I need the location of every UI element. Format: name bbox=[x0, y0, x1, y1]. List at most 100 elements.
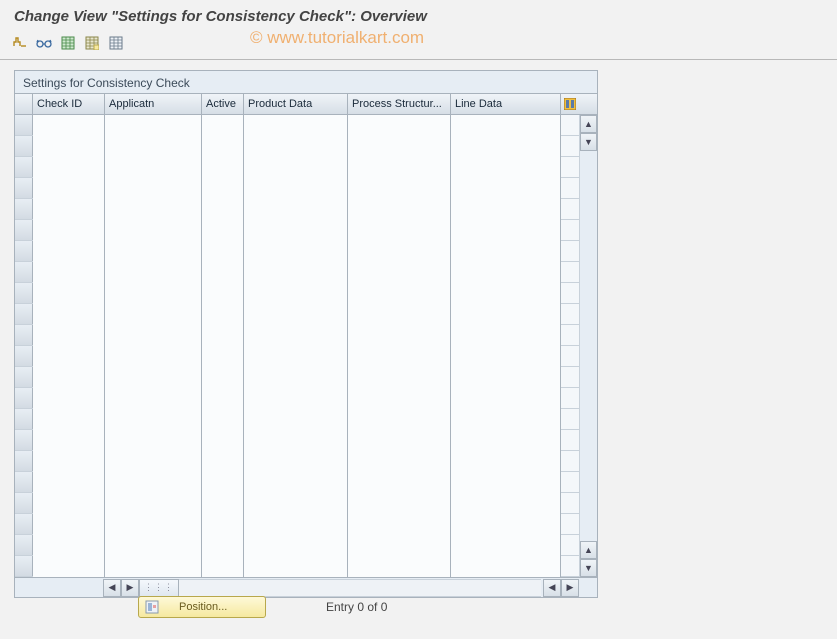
scroll-left-btn[interactable]: ◀ bbox=[103, 579, 121, 597]
row-selector[interactable] bbox=[15, 556, 33, 576]
cell[interactable] bbox=[244, 493, 348, 514]
cell[interactable] bbox=[348, 514, 451, 535]
cell[interactable] bbox=[33, 157, 105, 178]
hscroll-track[interactable] bbox=[179, 579, 541, 597]
cell[interactable] bbox=[33, 325, 105, 346]
cell[interactable] bbox=[105, 556, 202, 577]
cell[interactable] bbox=[451, 556, 561, 577]
cell[interactable] bbox=[348, 493, 451, 514]
cell[interactable] bbox=[244, 556, 348, 577]
cell[interactable] bbox=[244, 451, 348, 472]
cell[interactable] bbox=[348, 283, 451, 304]
cell[interactable] bbox=[451, 283, 561, 304]
cell[interactable] bbox=[202, 241, 244, 262]
cell[interactable] bbox=[105, 514, 202, 535]
cell[interactable] bbox=[451, 388, 561, 409]
cell[interactable] bbox=[244, 430, 348, 451]
row-selector[interactable] bbox=[15, 514, 33, 534]
cell[interactable] bbox=[451, 115, 561, 136]
cell[interactable] bbox=[348, 430, 451, 451]
cell[interactable] bbox=[105, 283, 202, 304]
cell[interactable] bbox=[348, 178, 451, 199]
cell[interactable] bbox=[244, 514, 348, 535]
cell[interactable] bbox=[105, 367, 202, 388]
cell[interactable] bbox=[33, 556, 105, 577]
col-process-structure[interactable]: Process Structur... bbox=[348, 94, 451, 114]
cell[interactable] bbox=[348, 346, 451, 367]
cell[interactable] bbox=[244, 220, 348, 241]
cell[interactable] bbox=[33, 136, 105, 157]
cell[interactable] bbox=[33, 283, 105, 304]
cell[interactable] bbox=[33, 472, 105, 493]
row-selector[interactable] bbox=[15, 430, 33, 450]
cell[interactable] bbox=[33, 199, 105, 220]
cell[interactable] bbox=[33, 535, 105, 556]
cell[interactable] bbox=[33, 220, 105, 241]
new-entries-btn[interactable] bbox=[34, 33, 54, 53]
cell[interactable] bbox=[202, 556, 244, 577]
cell[interactable] bbox=[202, 367, 244, 388]
cell[interactable] bbox=[33, 178, 105, 199]
cell[interactable] bbox=[105, 430, 202, 451]
cell[interactable] bbox=[33, 262, 105, 283]
cell[interactable] bbox=[244, 178, 348, 199]
position-button[interactable]: Position... bbox=[138, 596, 266, 618]
cell[interactable] bbox=[105, 115, 202, 136]
cell[interactable] bbox=[105, 241, 202, 262]
row-selector[interactable] bbox=[15, 157, 33, 177]
cell[interactable] bbox=[348, 304, 451, 325]
cell[interactable] bbox=[33, 388, 105, 409]
change-toggle-btn[interactable] bbox=[10, 33, 30, 53]
cell[interactable] bbox=[451, 325, 561, 346]
cell[interactable] bbox=[202, 535, 244, 556]
cell[interactable] bbox=[451, 514, 561, 535]
cell[interactable] bbox=[451, 346, 561, 367]
cell[interactable] bbox=[244, 388, 348, 409]
row-selector[interactable] bbox=[15, 115, 33, 135]
cell[interactable] bbox=[451, 409, 561, 430]
cell[interactable] bbox=[451, 220, 561, 241]
cell[interactable] bbox=[202, 262, 244, 283]
cell[interactable] bbox=[105, 262, 202, 283]
cell[interactable] bbox=[105, 199, 202, 220]
cell[interactable] bbox=[105, 535, 202, 556]
col-line-data[interactable]: Line Data bbox=[451, 94, 561, 114]
row-selector[interactable] bbox=[15, 304, 33, 324]
row-selector[interactable] bbox=[15, 220, 33, 240]
copy-btn[interactable] bbox=[58, 33, 78, 53]
cell[interactable] bbox=[451, 367, 561, 388]
cell[interactable] bbox=[202, 199, 244, 220]
cell[interactable] bbox=[244, 199, 348, 220]
cell[interactable] bbox=[244, 157, 348, 178]
cell[interactable] bbox=[348, 388, 451, 409]
cell[interactable] bbox=[348, 556, 451, 577]
cell[interactable] bbox=[451, 262, 561, 283]
row-selector[interactable] bbox=[15, 178, 33, 198]
cell[interactable] bbox=[33, 304, 105, 325]
col-check-id[interactable]: Check ID bbox=[33, 94, 105, 114]
cell[interactable] bbox=[348, 409, 451, 430]
cell[interactable] bbox=[244, 367, 348, 388]
cell[interactable] bbox=[202, 115, 244, 136]
cell[interactable] bbox=[105, 493, 202, 514]
cell[interactable] bbox=[33, 451, 105, 472]
cell[interactable] bbox=[105, 409, 202, 430]
cell[interactable] bbox=[244, 262, 348, 283]
col-product-data[interactable]: Product Data bbox=[244, 94, 348, 114]
scroll-track[interactable] bbox=[580, 151, 597, 541]
cell[interactable] bbox=[202, 409, 244, 430]
cell[interactable] bbox=[105, 388, 202, 409]
cell[interactable] bbox=[348, 115, 451, 136]
row-selector[interactable] bbox=[15, 346, 33, 366]
cell[interactable] bbox=[348, 472, 451, 493]
cell[interactable] bbox=[244, 304, 348, 325]
cell[interactable] bbox=[348, 241, 451, 262]
cell[interactable] bbox=[348, 136, 451, 157]
cell[interactable] bbox=[105, 472, 202, 493]
row-selector[interactable] bbox=[15, 136, 33, 156]
cell[interactable] bbox=[105, 325, 202, 346]
cell[interactable] bbox=[348, 220, 451, 241]
cell[interactable] bbox=[202, 157, 244, 178]
scroll-down-btn-btm[interactable]: ▼ bbox=[580, 559, 597, 577]
cell[interactable] bbox=[451, 535, 561, 556]
